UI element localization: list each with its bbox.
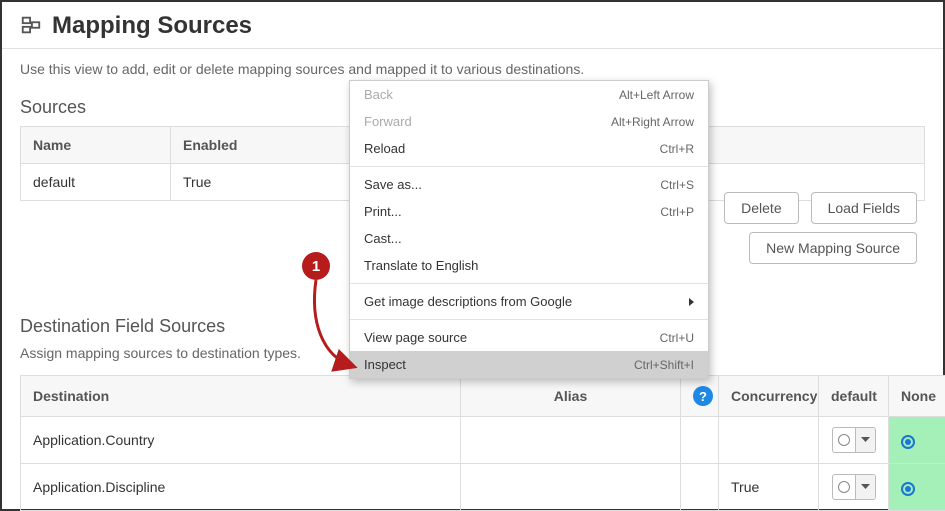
menu-item-label: Save as... xyxy=(364,177,422,192)
cell-spacer xyxy=(681,464,719,511)
chevron-down-icon[interactable] xyxy=(855,428,875,452)
help-icon[interactable]: ? xyxy=(693,386,713,406)
col-default: default xyxy=(819,376,889,417)
menu-item[interactable]: Reload Ctrl+R xyxy=(350,135,708,162)
radio-empty-icon xyxy=(838,481,850,493)
col-concurrency: Concurrency xyxy=(719,376,819,417)
cell-alias[interactable] xyxy=(461,464,681,511)
menu-item-label: Get image descriptions from Google xyxy=(364,294,572,309)
menu-item-label: View page source xyxy=(364,330,467,345)
chevron-down-icon[interactable] xyxy=(855,475,875,499)
menu-item-label: Inspect xyxy=(364,357,406,372)
radio-selected-icon xyxy=(901,435,915,449)
menu-item-shortcut: Ctrl+U xyxy=(660,331,694,345)
col-destination: Destination xyxy=(21,376,461,417)
context-menu: Back Alt+Left Arrow Forward Alt+Right Arrow… xyxy=(349,80,709,379)
submenu-arrow-icon xyxy=(689,298,694,306)
cell-concurrency xyxy=(719,417,819,464)
menu-item-shortcut: Ctrl+R xyxy=(660,142,694,156)
default-radio-combo[interactable] xyxy=(832,427,876,453)
cell-none[interactable] xyxy=(889,464,945,511)
menu-item-label: Cast... xyxy=(364,231,402,246)
cell-destination: Application.Discipline xyxy=(21,464,461,511)
page-title: Mapping Sources xyxy=(52,12,252,40)
new-mapping-source-button[interactable]: New Mapping Source xyxy=(749,232,917,264)
menu-separator xyxy=(350,283,708,284)
menu-item[interactable]: Translate to English xyxy=(350,252,708,279)
cell-spacer xyxy=(681,417,719,464)
col-name: Name xyxy=(21,127,171,164)
load-fields-button[interactable]: Load Fields xyxy=(811,192,917,224)
menu-separator xyxy=(350,166,708,167)
menu-item[interactable]: Save as... Ctrl+S xyxy=(350,171,708,198)
radio-selected-icon xyxy=(901,482,915,496)
menu-item[interactable]: Get image descriptions from Google xyxy=(350,288,708,315)
radio-empty-icon xyxy=(838,434,850,446)
cell-concurrency: True xyxy=(719,464,819,511)
menu-item-label: Translate to English xyxy=(364,258,478,273)
menu-item[interactable]: Cast... xyxy=(350,225,708,252)
cell-name: default xyxy=(21,164,171,201)
menu-item-label: Forward xyxy=(364,114,412,129)
cell-default xyxy=(819,417,889,464)
menu-item-shortcut: Ctrl+P xyxy=(660,205,694,219)
col-help: ? xyxy=(681,376,719,417)
cell-destination: Application.Country xyxy=(21,417,461,464)
menu-item-shortcut: Alt+Right Arrow xyxy=(611,115,694,129)
table-row[interactable]: Application.Country xyxy=(21,417,945,464)
menu-item[interactable]: Print... Ctrl+P xyxy=(350,198,708,225)
cell-alias[interactable] xyxy=(461,417,681,464)
menu-item: Back Alt+Left Arrow xyxy=(350,81,708,108)
default-radio-combo[interactable] xyxy=(832,474,876,500)
col-alias: Alias xyxy=(461,376,681,417)
delete-button[interactable]: Delete xyxy=(724,192,798,224)
menu-separator xyxy=(350,319,708,320)
cell-none[interactable] xyxy=(889,417,945,464)
col-none: None xyxy=(889,376,945,417)
menu-item[interactable]: View page source Ctrl+U xyxy=(350,324,708,351)
menu-item-shortcut: Ctrl+Shift+I xyxy=(634,358,694,372)
menu-item-label: Back xyxy=(364,87,393,102)
menu-item[interactable]: Inspect Ctrl+Shift+I xyxy=(350,351,708,378)
cell-default xyxy=(819,464,889,511)
destinations-table: Destination Alias ? Concurrency default … xyxy=(20,375,945,511)
annotation-badge: 1 xyxy=(302,252,330,280)
menu-item-label: Print... xyxy=(364,204,402,219)
table-row[interactable]: Application.Discipline True xyxy=(21,464,945,511)
menu-item-shortcut: Alt+Left Arrow xyxy=(619,88,694,102)
menu-item-shortcut: Ctrl+S xyxy=(660,178,694,192)
menu-item-label: Reload xyxy=(364,141,405,156)
menu-item: Forward Alt+Right Arrow xyxy=(350,108,708,135)
mapping-icon xyxy=(20,14,42,39)
